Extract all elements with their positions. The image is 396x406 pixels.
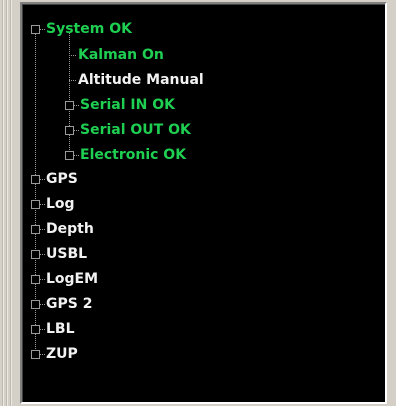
tree-node-altitude[interactable]: Altitude Manual [69,69,204,91]
collapse-box-icon[interactable] [31,249,40,259]
tree-branch-icon [69,54,76,56]
collapse-box-icon[interactable] [65,100,74,110]
tree-node-zup[interactable]: ZUP [31,343,78,365]
tree-node-label: LBL [46,321,75,337]
collapse-box-icon[interactable] [65,125,74,135]
tree-node-gps[interactable]: GPS [31,168,78,190]
collapse-box-icon[interactable] [31,274,40,284]
collapse-box-icon[interactable] [31,349,40,359]
tree-node-label: USBL [46,246,88,262]
collapse-box-icon[interactable] [31,24,40,34]
tree-branch-icon [69,79,76,81]
tree-node-label: Altitude Manual [78,72,204,88]
tree-node-log[interactable]: Log [31,193,75,215]
tree-node-label: Depth [46,221,94,237]
collapse-box-icon[interactable] [31,224,40,234]
splitter-handle[interactable] [0,0,14,406]
tree-node-system[interactable]: System OK [31,18,132,40]
collapse-box-icon[interactable] [31,174,40,184]
tree-node-serial-in[interactable]: Serial IN OK [65,94,175,116]
tree-node-label: GPS 2 [46,296,93,312]
window-right-border [387,0,396,406]
tree-node-label: ZUP [46,346,78,362]
tree-node-lbl[interactable]: LBL [31,318,75,340]
tree-node-logem[interactable]: LogEM [31,268,98,290]
tree-node-label: Serial OUT OK [80,122,191,138]
tree-node-label: LogEM [46,271,99,287]
tree-node-label: Electronic OK [80,147,187,163]
window-frame: System OK Kalman On Altitude Manual Seri… [0,0,396,406]
tree-node-label: System OK [46,21,132,37]
collapse-box-icon[interactable] [65,150,74,160]
tree-node-usbl[interactable]: USBL [31,243,87,265]
tree-node-label: GPS [46,171,78,187]
collapse-box-icon[interactable] [31,299,40,309]
tree-node-serial-out[interactable]: Serial OUT OK [65,119,191,141]
tree-node-electronic[interactable]: Electronic OK [65,144,186,166]
tree-node-label: Serial IN OK [80,97,175,113]
tree-node-kalman[interactable]: Kalman On [69,44,164,66]
status-tree-view[interactable]: System OK Kalman On Altitude Manual Seri… [20,2,387,404]
collapse-box-icon[interactable] [31,324,40,334]
tree-node-label: Kalman On [78,47,164,63]
collapse-box-icon[interactable] [31,199,40,209]
tree-node-label: Log [46,196,75,212]
tree-node-depth[interactable]: Depth [31,218,94,240]
tree-node-gps2[interactable]: GPS 2 [31,293,92,315]
